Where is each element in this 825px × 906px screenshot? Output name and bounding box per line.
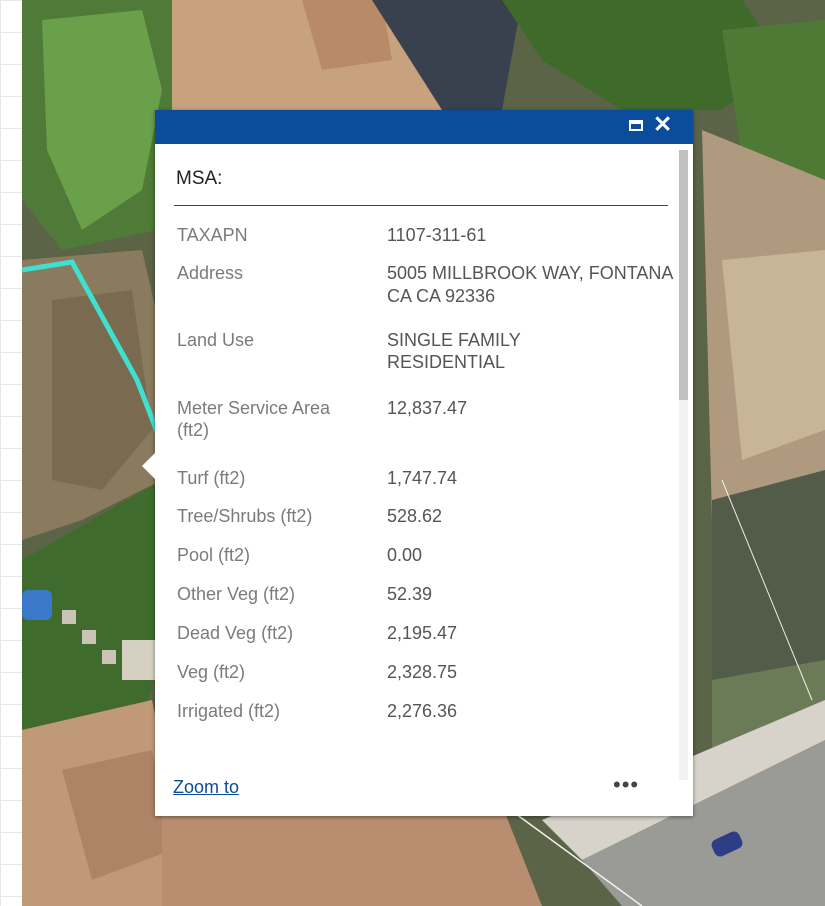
attribute-label: Irrigated (ft2) bbox=[177, 701, 281, 721]
attribute-label: Other Veg (ft2) bbox=[177, 584, 296, 604]
attribute-label: TAXAPN bbox=[177, 225, 248, 245]
close-icon[interactable]: ✕ bbox=[653, 113, 672, 136]
maximize-icon[interactable] bbox=[629, 120, 643, 131]
popup-header: ✕ bbox=[155, 110, 693, 144]
attribute-value: 1107-311-61 bbox=[387, 225, 487, 245]
attribute-label: Dead Veg (ft2) bbox=[177, 623, 294, 643]
title-divider bbox=[174, 205, 668, 206]
attribute-value: 2,195.47 bbox=[387, 623, 458, 643]
attribute-value: 5005 MILLBROOK WAY, FONTANA CA CA 92336 bbox=[387, 263, 673, 306]
popup-footer: Zoom to ••• bbox=[155, 764, 693, 816]
more-options-icon[interactable]: ••• bbox=[613, 772, 639, 798]
attribute-value: 52.39 bbox=[387, 584, 433, 604]
zoom-to-link[interactable]: Zoom to bbox=[173, 777, 239, 798]
attribute-label: Tree/Shrubs (ft2) bbox=[177, 506, 313, 526]
scrollbar-thumb[interactable] bbox=[679, 150, 688, 400]
popup-title: MSA: bbox=[176, 168, 223, 189]
attribute-label: Pool (ft2) bbox=[177, 545, 251, 565]
attribute-label: Turf (ft2) bbox=[177, 468, 246, 488]
attribute-value: 2,276.36 bbox=[387, 701, 458, 721]
attribute-value: 0.00 bbox=[387, 545, 423, 565]
attribute-label: Land Use bbox=[177, 330, 255, 350]
attribute-label: Address bbox=[177, 263, 244, 283]
attribute-value: SINGLE FAMILY RESIDENTIAL bbox=[387, 330, 521, 372]
attribute-value: 2,328.75 bbox=[387, 662, 458, 682]
attribute-value: 12,837.47 bbox=[387, 398, 468, 418]
attribute-value: 1,747.74 bbox=[387, 468, 458, 488]
feature-popup: ✕ MSA: TAXAPN 1107-311-61 Address 5005 M… bbox=[142, 110, 693, 816]
attribute-label: Meter Service Area (ft2) bbox=[177, 398, 331, 440]
attribute-value: 528.62 bbox=[387, 506, 443, 526]
attribute-label: Veg (ft2) bbox=[177, 662, 246, 682]
popup-pointer bbox=[142, 452, 156, 480]
popup-scrollbar[interactable] bbox=[679, 150, 688, 780]
popup-content[interactable]: MSA: TAXAPN 1107-311-61 Address 5005 MIL… bbox=[155, 144, 693, 764]
